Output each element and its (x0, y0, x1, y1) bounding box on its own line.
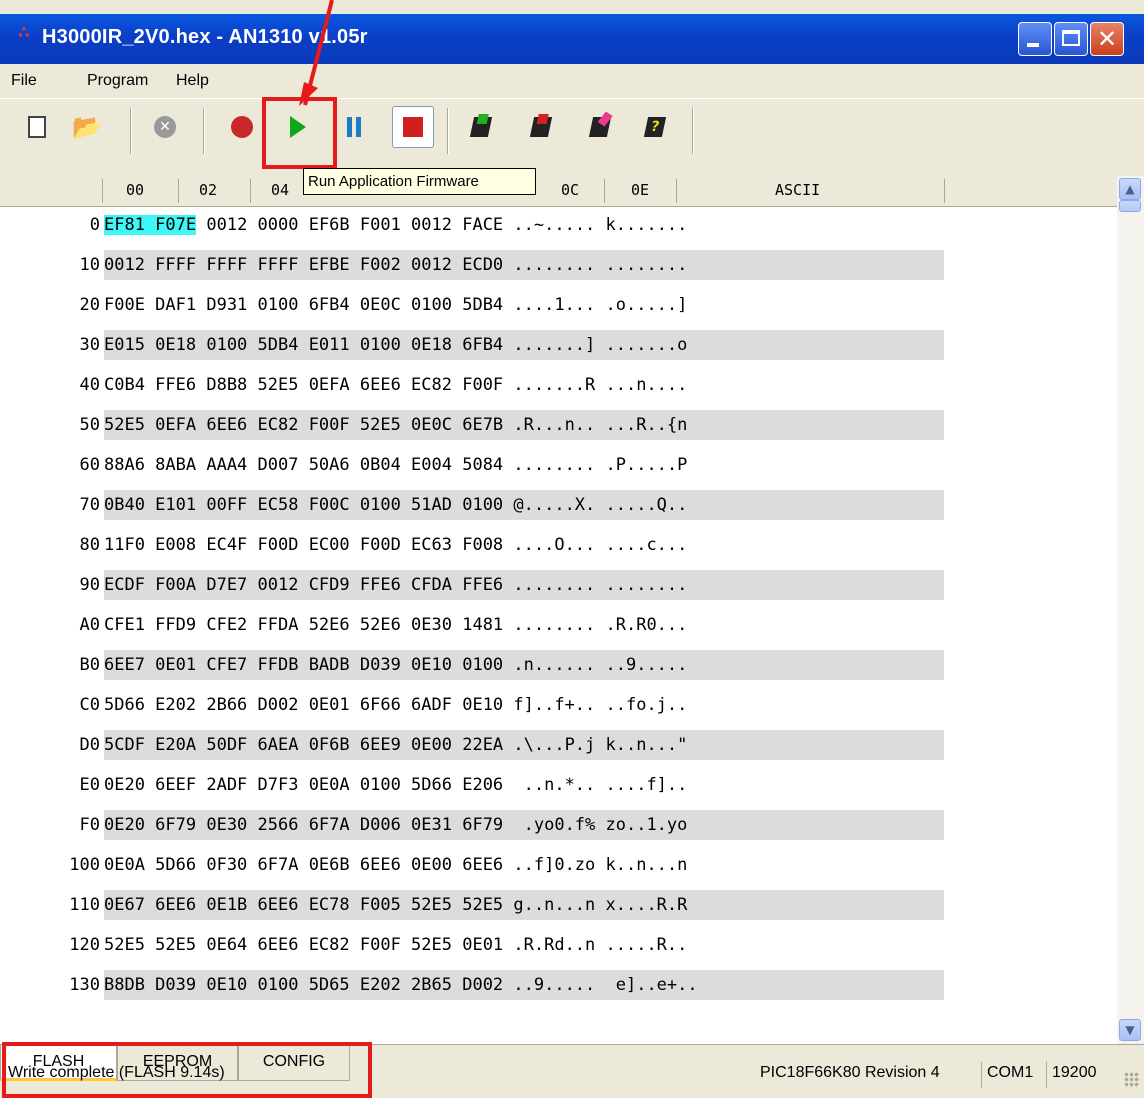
app-window: ∴ H3000IR_2V0.hex - AN1310 v1.05r ✕ File… (0, 0, 1144, 1098)
row-data[interactable]: 0B40 E101 00FF EC58 F00C 0100 51AD 0100 … (104, 490, 944, 520)
table-row[interactable]: 50 52E5 0EFA 6EE6 EC82 F00F 52E5 0E0C 6E7… (0, 407, 1120, 443)
row-data[interactable]: EF81 F07E 0012 0000 EF6B F001 0012 FACE … (104, 210, 944, 240)
table-row[interactable]: 0 EF81 F07E 0012 0000 EF6B F001 0012 FACE… (0, 207, 1120, 243)
table-row[interactable]: 130 B8DB D039 0E10 0100 5D65 E202 2B65 D0… (0, 967, 1120, 1003)
table-row[interactable]: 40 C0B4 FFE6 D8B8 52E5 0EFA 6EE6 EC82 F00… (0, 367, 1120, 403)
status-port: COM1 (987, 1064, 1034, 1081)
table-row[interactable]: 60 88A6 8ABA AAA4 D007 50A6 0B04 E004 508… (0, 447, 1120, 483)
scroll-down-icon[interactable]: ▼ (1119, 1019, 1141, 1041)
column-header: 04 (271, 181, 290, 199)
table-row[interactable]: 80 11F0 E008 EC4F F00D EC00 F00D EC63 F00… (0, 527, 1120, 563)
row-data[interactable]: ECDF F00A D7E7 0012 CFD9 FFE6 CFDA FFE6 … (104, 570, 944, 600)
row-address: A0 (79, 615, 100, 635)
table-row[interactable]: 100 0E0A 5D66 0F30 6F7A 0E6B 6EE6 0E00 6E… (0, 847, 1120, 883)
row-data[interactable]: C0B4 FFE6 D8B8 52E5 0EFA 6EE6 EC82 F00F … (104, 370, 944, 400)
run-firmware-tooltip: Run Application Firmware (303, 168, 536, 195)
table-row[interactable]: F0 0E20 6F79 0E30 2566 6F7A D006 0E31 6F7… (0, 807, 1120, 843)
header-divider (676, 179, 677, 203)
row-address: 120 (69, 935, 100, 955)
row-address: E0 (79, 775, 100, 795)
table-row[interactable]: A0 CFE1 FFD9 CFE2 FFDA 52E6 52E6 0E30 148… (0, 607, 1120, 643)
status-divider (981, 1062, 982, 1088)
table-row[interactable]: C0 5D66 E202 2B66 D002 0E01 6F66 6ADF 0E1… (0, 687, 1120, 723)
row-address: 70 (79, 495, 100, 515)
row-address: 60 (79, 455, 100, 475)
table-row[interactable]: D0 5CDF E20A 50DF 6AEA 0F6B 6EE9 0E00 22E… (0, 727, 1120, 763)
column-header: ASCII (775, 181, 821, 199)
row-address: 0 (89, 215, 100, 235)
column-header: 02 (199, 181, 218, 199)
header-divider (250, 179, 251, 203)
table-row[interactable]: 120 52E5 52E5 0E64 6EE6 EC82 F00F 52E5 0E… (0, 927, 1120, 963)
row-data[interactable]: 5CDF E20A 50DF 6AEA 0F6B 6EE9 0E00 22EA … (104, 730, 944, 760)
row-data[interactable]: 0E20 6F79 0E30 2566 6F7A D006 0E31 6F79 … (104, 810, 944, 840)
row-address: 10 (79, 255, 100, 275)
row-address: 100 (69, 855, 100, 875)
table-row[interactable]: 90 ECDF F00A D7E7 0012 CFD9 FFE6 CFDA FFE… (0, 567, 1120, 603)
row-address: B0 (79, 655, 100, 675)
annotation-arrow-icon (299, 0, 334, 106)
header-divider (102, 179, 103, 203)
row-data[interactable]: 0E67 6EE6 0E1B 6EE6 EC78 F005 52E5 52E5 … (104, 890, 944, 920)
status-highlight (2, 1042, 372, 1098)
status-divider (1046, 1062, 1047, 1088)
status-device: PIC18F66K80 Revision 4 (760, 1064, 940, 1081)
row-address: 90 (79, 575, 100, 595)
row-data[interactable]: 88A6 8ABA AAA4 D007 50A6 0B04 E004 5084 … (104, 450, 944, 480)
scroll-up-icon[interactable]: ▲ (1119, 178, 1141, 200)
row-address: 40 (79, 375, 100, 395)
hex-grid[interactable]: 00 02 04 0C 0E ASCII 0 EF81 F07E 0012 000… (0, 176, 1144, 1044)
row-data[interactable]: B8DB D039 0E10 0100 5D65 E202 2B65 D002 … (104, 970, 944, 1000)
row-address: 30 (79, 335, 100, 355)
table-row[interactable]: 30 E015 0E18 0100 5DB4 E011 0100 0E18 6FB… (0, 327, 1120, 363)
row-address: 80 (79, 535, 100, 555)
row-address: 50 (79, 415, 100, 435)
header-divider (944, 179, 945, 203)
row-data[interactable]: 11F0 E008 EC4F F00D EC00 F00D EC63 F008 … (104, 530, 944, 560)
vertical-scrollbar[interactable]: ▲ ▼ (1117, 176, 1144, 1044)
resize-grip-icon[interactable] (1124, 1072, 1140, 1088)
row-data[interactable]: 6EE7 0E01 CFE7 FFDB BADB D039 0E10 0100 … (104, 650, 944, 680)
table-row[interactable]: 20 F00E DAF1 D931 0100 6FB4 0E0C 0100 5DB… (0, 287, 1120, 323)
row-address: 110 (69, 895, 100, 915)
header-divider (604, 179, 605, 203)
row-data[interactable]: E015 0E18 0100 5DB4 E011 0100 0E18 6FB4 … (104, 330, 944, 360)
row-address: 130 (69, 975, 100, 995)
row-data[interactable]: 0E20 6EEF 2ADF D7F3 0E0A 0100 5D66 E206 … (104, 770, 944, 800)
selected-cells[interactable]: EF81 F07E (104, 215, 197, 235)
scroll-thumb[interactable] (1119, 200, 1141, 212)
row-data[interactable]: CFE1 FFD9 CFE2 FFDA 52E6 52E6 0E30 1481 … (104, 610, 944, 640)
row-address: F0 (79, 815, 100, 835)
table-row[interactable]: B0 6EE7 0E01 CFE7 FFDB BADB D039 0E10 010… (0, 647, 1120, 683)
column-header: 0C (561, 181, 580, 199)
column-header: 0E (631, 181, 650, 199)
table-row[interactable]: 110 0E67 6EE6 0E1B 6EE6 EC78 F005 52E5 52… (0, 887, 1120, 923)
row-address: C0 (79, 695, 100, 715)
row-data[interactable]: 52E5 0EFA 6EE6 EC82 F00F 52E5 0E0C 6E7B … (104, 410, 944, 440)
table-row[interactable]: 10 0012 FFFF FFFF FFFF EFBE F002 0012 ECD… (0, 247, 1120, 283)
column-header: 00 (126, 181, 145, 199)
row-data[interactable]: 0012 FFFF FFFF FFFF EFBE F002 0012 ECD0 … (104, 250, 944, 280)
header-divider (178, 179, 179, 203)
grid-header: 00 02 04 0C 0E ASCII (0, 176, 1120, 207)
row-data[interactable]: 5D66 E202 2B66 D002 0E01 6F66 6ADF 0E10 … (104, 690, 944, 720)
row-address: D0 (79, 735, 100, 755)
status-baud: 19200 (1052, 1064, 1097, 1081)
row-data[interactable]: 52E5 52E5 0E64 6EE6 EC82 F00F 52E5 0E01 … (104, 930, 944, 960)
table-row[interactable]: E0 0E20 6EEF 2ADF D7F3 0E0A 0100 5D66 E20… (0, 767, 1120, 803)
row-data[interactable]: 0E0A 5D66 0F30 6F7A 0E6B 6EE6 0E00 6EE6 … (104, 850, 944, 880)
table-row[interactable]: 70 0B40 E101 00FF EC58 F00C 0100 51AD 010… (0, 487, 1120, 523)
row-data[interactable]: F00E DAF1 D931 0100 6FB4 0E0C 0100 5DB4 … (104, 290, 944, 320)
row-address: 20 (79, 295, 100, 315)
